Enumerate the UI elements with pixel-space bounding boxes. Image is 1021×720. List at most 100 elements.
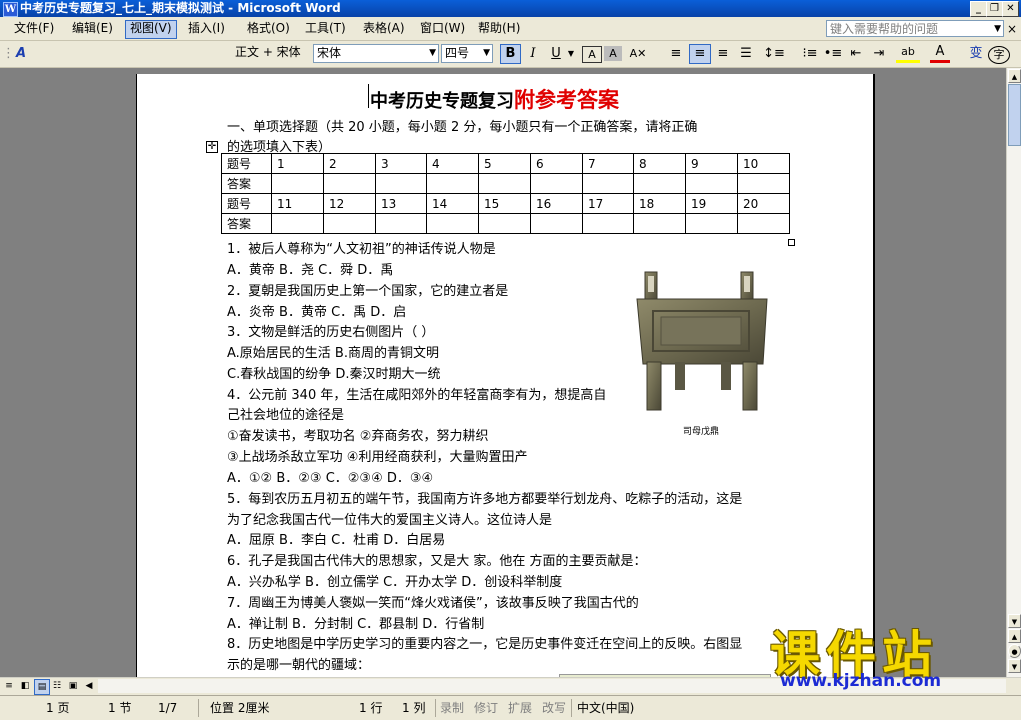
char-border-icon[interactable]: A (582, 46, 602, 63)
menu-help[interactable]: 帮助(H) (474, 20, 524, 37)
question-line[interactable]: 为了纪念我国古代一位伟大的爱国主义诗人。这位诗人是 (227, 512, 552, 530)
table-cell[interactable]: 12 (323, 193, 376, 214)
align-justify-icon[interactable]: ≡ (666, 44, 686, 64)
status-track-changes[interactable]: 修订 (474, 700, 498, 716)
table-cell[interactable] (323, 173, 376, 194)
table-cell[interactable]: 6 (530, 153, 583, 174)
status-extend[interactable]: 扩展 (508, 700, 532, 716)
table-cell[interactable]: 10 (737, 153, 790, 174)
table-cell[interactable] (633, 173, 686, 194)
web-view-icon[interactable]: ◧ (18, 679, 32, 693)
table-cell[interactable] (478, 173, 531, 194)
question-line[interactable]: 5．每到农历五月初五的端午节，我国南方许多地方都要举行划龙舟、吃粽子的活动，这是 (227, 491, 742, 509)
toolbar-grip-icon[interactable]: ⋮ (2, 44, 15, 64)
answer-table[interactable]: 题号 1 2 3 4 5 6 7 8 9 10 答案 题号 11 12 13 1… (221, 153, 790, 234)
bronze-ding-image[interactable] (631, 269, 776, 414)
char-shading-icon[interactable]: A (604, 46, 622, 61)
scroll-left-icon[interactable]: ◀ (82, 679, 96, 693)
italic-button[interactable]: I (523, 44, 543, 64)
style-combo[interactable]: 正文 + 宋体 (232, 44, 312, 63)
question-line[interactable]: A．炎帝 B．黄帝 C．禹 D．启 (227, 304, 406, 322)
enclose-characters-icon[interactable]: 字 (988, 46, 1010, 64)
outline-view-icon[interactable]: ☷ (50, 679, 64, 693)
table-cell[interactable]: 7 (582, 153, 634, 174)
question-line[interactable]: C.春秋战国的纷争 D.秦汉时期大一统 (227, 366, 441, 384)
question-line[interactable]: A．禅让制 B．分封制 C．郡县制 D．行省制 (227, 616, 484, 634)
question-line[interactable]: A．①② B．②③ C．②③④ D．③④ (227, 470, 433, 488)
bold-button[interactable]: B (500, 44, 521, 64)
highlight-icon[interactable]: ab (896, 44, 920, 63)
table-cell[interactable]: 4 (426, 153, 479, 174)
question-line[interactable]: A.原始居民的生活 B.商周的青铜文明 (227, 345, 439, 363)
question-line[interactable]: A．兴办私学 B．创立儒学 C．开办太学 D．创设科举制度 (227, 574, 562, 592)
table-cell[interactable] (530, 213, 583, 234)
table-cell[interactable]: 11 (271, 193, 324, 214)
table-cell[interactable]: 16 (530, 193, 583, 214)
reading-view-icon[interactable]: ▣ (66, 679, 80, 693)
table-cell[interactable]: 1 (271, 153, 324, 174)
question-line[interactable]: 4．公元前 340 年，生活在咸阳郊外的年轻富商李有为，想提高自 (227, 387, 606, 405)
table-cell[interactable]: 5 (478, 153, 531, 174)
menu-tools[interactable]: 工具(T) (301, 20, 350, 37)
chevron-down-icon[interactable]: ▼ (429, 45, 436, 62)
table-cell[interactable] (582, 173, 634, 194)
table-cell[interactable] (633, 213, 686, 234)
table-cell[interactable] (271, 173, 324, 194)
question-line[interactable]: 7．周幽王为博美人褒姒一笑而“烽火戏诸侯”，该故事反映了我国古代的 (227, 595, 639, 613)
question-line[interactable]: A．屈原 B．李白 C．杜甫 D．白居易 (227, 532, 445, 550)
document-page[interactable]: 中考历史专题复习附参考答案 一、单项选择题（共 20 小题，每小题 2 分，每小… (136, 74, 875, 677)
chevron-down-icon[interactable]: ▼ (566, 44, 576, 64)
align-right-icon[interactable]: ≡ (713, 44, 733, 64)
table-cell[interactable] (737, 173, 790, 194)
question-line[interactable]: ③上战场杀敌立军功 ④利用经商获利，大量购置田产 (227, 449, 527, 467)
minimize-button[interactable]: _ (970, 1, 987, 17)
increase-indent-icon[interactable]: ⇥ (869, 44, 889, 64)
question-line[interactable]: 8．历史地图是中学历史学习的重要内容之一，它是历史事件变迁在空间上的反映。右图显 (227, 636, 742, 654)
underline-button[interactable]: U (546, 44, 566, 64)
font-combo[interactable]: 宋体 ▼ (313, 44, 439, 63)
align-center-icon[interactable]: ≡ (689, 44, 711, 64)
menu-insert[interactable]: 插入(I) (184, 20, 229, 37)
table-cell[interactable] (426, 173, 479, 194)
table-cell[interactable] (271, 213, 324, 234)
table-resize-handle-icon[interactable] (788, 239, 795, 246)
table-cell[interactable] (426, 213, 479, 234)
menu-edit[interactable]: 编辑(E) (68, 20, 117, 37)
document-title[interactable]: 中考历史专题复习附参考答案 (370, 84, 619, 114)
table-cell[interactable]: 20 (737, 193, 790, 214)
question-line[interactable]: 己社会地位的途径是 (227, 407, 344, 425)
scroll-up-icon[interactable]: ▲ (1008, 69, 1021, 83)
table-cell[interactable]: 答案 (221, 173, 272, 194)
question-line[interactable]: A．黄帝 B．尧 C．舜 D．禹 (227, 262, 393, 280)
question-line[interactable]: 2．夏朝是我国历史上第一个国家，它的建立者是 (227, 283, 508, 301)
question-line[interactable]: 1．被后人尊称为“人文初祖”的神话传说人物是 (227, 241, 496, 259)
table-cell[interactable]: 17 (582, 193, 634, 214)
styles-pane-icon[interactable]: A (12, 44, 30, 64)
menu-view[interactable]: 视图(V) (125, 20, 177, 39)
decrease-indent-icon[interactable]: ⇤ (846, 44, 866, 64)
table-cell[interactable]: 答案 (221, 213, 272, 234)
table-cell[interactable]: 9 (685, 153, 738, 174)
bullets-icon[interactable]: •≡ (823, 44, 843, 64)
numbering-icon[interactable]: ⁝≡ (800, 44, 820, 64)
close-button[interactable]: ✕ (1002, 1, 1019, 17)
help-search-input[interactable]: 键入需要帮助的问题 ▼ (826, 20, 1004, 37)
table-cell[interactable] (375, 173, 427, 194)
chevron-down-icon[interactable]: ▼ (994, 21, 1001, 38)
status-overtype[interactable]: 改写 (542, 700, 566, 716)
table-cell[interactable] (582, 213, 634, 234)
chevron-down-icon[interactable]: ▼ (483, 45, 490, 62)
table-cell[interactable] (323, 213, 376, 234)
vertical-scrollbar[interactable]: ▲ ▼ ▲ ● ▼ (1006, 68, 1021, 677)
table-cell[interactable]: 19 (685, 193, 738, 214)
menu-file[interactable]: 文件(F) (10, 20, 58, 37)
table-cell[interactable] (737, 213, 790, 234)
table-cell[interactable] (478, 213, 531, 234)
question-line[interactable]: 3．文物是鲜活的历史右侧图片（ ） (227, 324, 434, 342)
normal-view-icon[interactable]: ≡ (2, 679, 16, 693)
document-area[interactable]: 中考历史专题复习附参考答案 一、单项选择题（共 20 小题，每小题 2 分，每小… (0, 68, 1006, 677)
table-cell[interactable] (685, 213, 738, 234)
question-line[interactable]: ①奋发读书，考取功名 ②弃商务农，努力耕织 (227, 428, 488, 446)
table-cell[interactable] (685, 173, 738, 194)
menu-format[interactable]: 格式(O) (243, 20, 294, 37)
